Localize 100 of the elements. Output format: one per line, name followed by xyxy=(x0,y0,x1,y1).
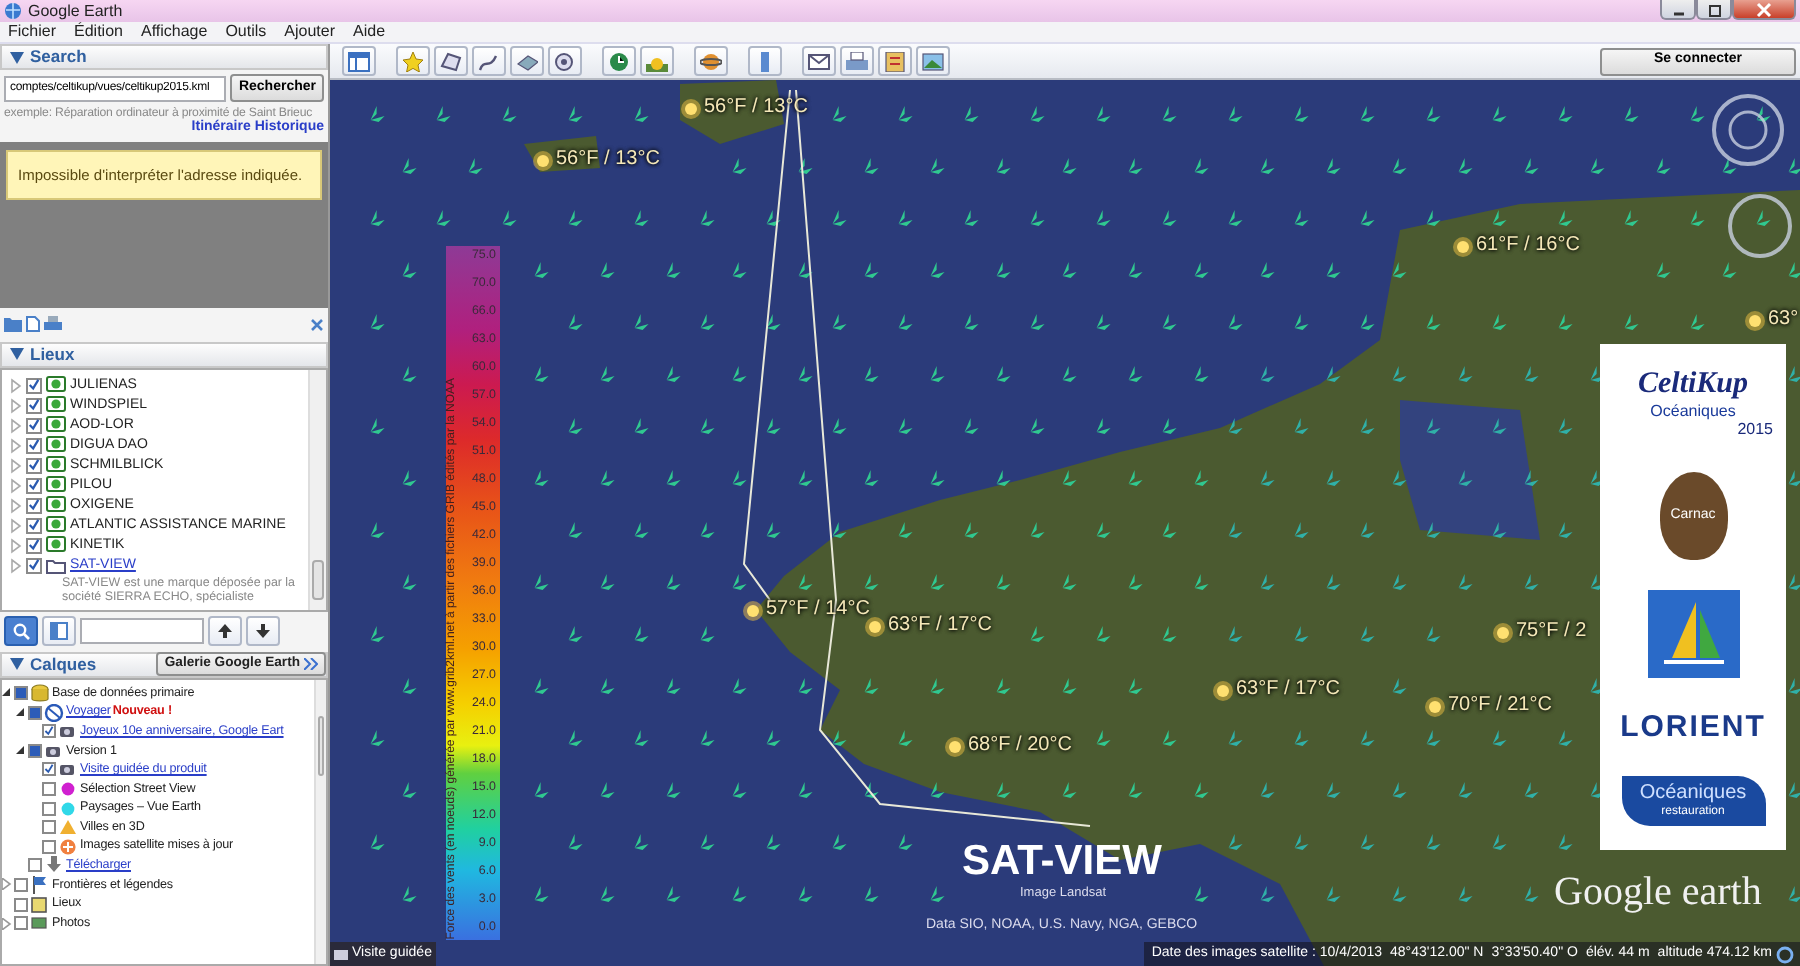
pushpin-icon[interactable] xyxy=(402,51,424,71)
print-icon[interactable] xyxy=(846,51,868,71)
maximize-button[interactable] xyxy=(1696,0,1732,20)
checkbox[interactable] xyxy=(26,417,42,434)
checkbox[interactable] xyxy=(26,457,42,474)
polygon-icon[interactable] xyxy=(440,51,462,71)
wind-arrow-icon xyxy=(1360,626,1375,642)
brand-logo: SAT-VIEW xyxy=(962,838,1162,886)
screen-icon[interactable] xyxy=(334,947,348,961)
wind-arrow-icon xyxy=(1194,470,1209,486)
wind-arrow-icon xyxy=(996,262,1011,278)
expand-icon[interactable] xyxy=(2,878,12,891)
image-icon[interactable] xyxy=(922,51,944,71)
wind-arrow-icon xyxy=(700,314,715,330)
wind-arrow-icon xyxy=(1194,886,1209,902)
ruler-button[interactable] xyxy=(748,46,782,76)
compass-icon[interactable] xyxy=(1710,92,1786,168)
checkbox[interactable] xyxy=(42,781,56,796)
sunlight-button[interactable] xyxy=(640,46,674,76)
wind-arrow-icon xyxy=(1062,158,1077,174)
checkbox[interactable] xyxy=(26,557,42,574)
print-button[interactable] xyxy=(840,46,874,76)
close-icon[interactable] xyxy=(310,317,324,332)
checkbox[interactable] xyxy=(14,686,28,700)
temperature-label: 68°F / 20°C xyxy=(968,734,1072,758)
print-icon[interactable] xyxy=(44,316,62,333)
wind-arrow-icon xyxy=(1360,210,1375,226)
folder-icon[interactable] xyxy=(4,316,22,333)
close-button[interactable] xyxy=(1732,0,1796,20)
wind-arrow-icon xyxy=(1030,522,1045,538)
expand-icon[interactable] xyxy=(2,917,12,930)
wind-arrow-icon xyxy=(1524,886,1539,902)
clock-icon[interactable] xyxy=(608,51,630,71)
wind-arrow-icon xyxy=(1492,210,1507,226)
search-tool-button[interactable] xyxy=(4,616,38,647)
logo-title: CeltiKup xyxy=(1637,367,1748,402)
record-button[interactable] xyxy=(548,46,582,76)
checkbox[interactable] xyxy=(28,743,42,758)
collapse-icon[interactable] xyxy=(16,745,26,756)
minimize-button[interactable] xyxy=(1660,0,1696,20)
path-icon[interactable] xyxy=(478,51,500,71)
wind-arrow-icon xyxy=(700,210,715,226)
temperature-label: 61°F / 16°C xyxy=(1476,234,1580,258)
wind-arrow-icon xyxy=(1260,366,1275,382)
checkbox[interactable] xyxy=(42,801,56,816)
pushpin-button[interactable] xyxy=(396,46,430,76)
checkbox[interactable] xyxy=(26,377,42,394)
planet-button[interactable] xyxy=(694,46,728,76)
checkbox[interactable] xyxy=(26,477,42,494)
checkbox[interactable] xyxy=(26,517,42,534)
move-up-button[interactable] xyxy=(208,616,242,647)
checkbox[interactable] xyxy=(26,537,42,554)
collapse-icon xyxy=(10,51,24,63)
panel-toggle-button[interactable] xyxy=(42,616,76,647)
email-button[interactable] xyxy=(802,46,836,76)
overlay-icon[interactable] xyxy=(516,51,538,71)
map-icon[interactable] xyxy=(884,51,906,71)
filter-field[interactable] xyxy=(80,618,204,645)
checkbox[interactable] xyxy=(42,820,56,835)
sidebar-icon[interactable] xyxy=(348,51,370,71)
clock-button[interactable] xyxy=(602,46,636,76)
wind-arrow-icon xyxy=(1524,158,1539,174)
scrollbar[interactable] xyxy=(308,369,326,610)
checkbox[interactable] xyxy=(28,858,42,873)
menu-item[interactable]: Édition xyxy=(74,22,123,42)
image-button[interactable] xyxy=(916,46,950,76)
wind-arrow-icon xyxy=(402,574,417,590)
overlay-button[interactable] xyxy=(510,46,544,76)
move-down-button[interactable] xyxy=(246,616,280,647)
wind-arrow-icon xyxy=(1162,106,1177,122)
record-icon[interactable] xyxy=(554,51,576,71)
checkbox[interactable] xyxy=(42,839,56,854)
email-icon[interactable] xyxy=(808,51,830,71)
checkbox[interactable] xyxy=(14,916,28,931)
map-button[interactable] xyxy=(878,46,912,76)
sun-icon xyxy=(680,97,702,119)
wind-arrow-icon xyxy=(1294,834,1309,850)
wind-arrow-icon xyxy=(1788,366,1800,382)
checkbox[interactable] xyxy=(26,497,42,514)
maximize-icon[interactable] xyxy=(1706,1,1722,17)
look-control-icon[interactable] xyxy=(1724,192,1796,260)
menu-item[interactable]: Affichage xyxy=(140,22,208,42)
page-icon[interactable] xyxy=(26,316,40,333)
checkbox[interactable] xyxy=(42,762,56,777)
path-button[interactable] xyxy=(472,46,506,76)
menu-item[interactable]: Fichier xyxy=(8,22,57,42)
planet-icon[interactable] xyxy=(700,51,722,71)
checkbox[interactable] xyxy=(28,705,42,720)
checkbox[interactable] xyxy=(14,897,28,912)
checkbox[interactable] xyxy=(42,724,56,739)
polygon-button[interactable] xyxy=(434,46,468,76)
scrollbar[interactable] xyxy=(314,679,326,964)
menu-item[interactable]: Ajouter xyxy=(284,22,336,42)
checkbox[interactable] xyxy=(26,437,42,454)
wind-arrow-icon xyxy=(864,782,879,798)
checkbox[interactable] xyxy=(14,877,28,892)
sidebar-button[interactable] xyxy=(342,46,376,76)
menu-item[interactable]: Aide xyxy=(353,22,386,42)
menu-item[interactable]: Outils xyxy=(225,22,267,42)
checkbox[interactable] xyxy=(26,397,42,414)
